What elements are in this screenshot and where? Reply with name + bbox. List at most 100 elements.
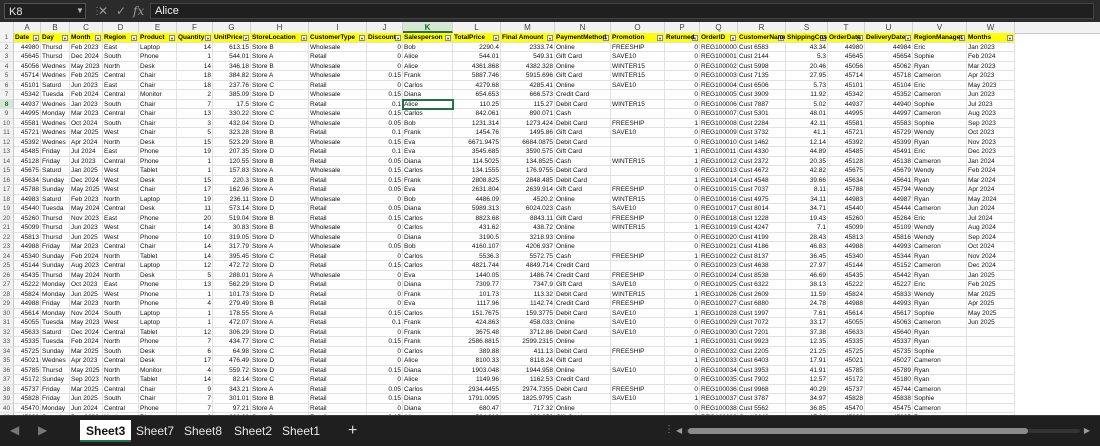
cell[interactable]: South bbox=[103, 308, 139, 318]
cell[interactable]: 0.1 bbox=[367, 318, 403, 328]
cell[interactable]: 45725 bbox=[828, 346, 865, 356]
cell[interactable]: 6024.023 bbox=[501, 204, 555, 214]
cell[interactable]: FREESHIP bbox=[611, 270, 665, 280]
cell[interactable]: Tuesda bbox=[41, 337, 70, 347]
row-header[interactable]: 5 bbox=[0, 71, 14, 81]
cell[interactable]: FREESHIP bbox=[611, 346, 665, 356]
cell[interactable]: REG100031 bbox=[700, 337, 738, 347]
cell[interactable]: 38.13 bbox=[786, 280, 828, 290]
cell[interactable]: Cust 4199 bbox=[738, 232, 786, 242]
row-header[interactable]: 31 bbox=[0, 318, 14, 328]
cell[interactable]: Cash bbox=[555, 394, 611, 404]
cell[interactable]: 13 bbox=[177, 280, 213, 290]
cell[interactable]: REG100006 bbox=[700, 99, 738, 109]
cell[interactable]: Frank bbox=[403, 337, 453, 347]
cell[interactable]: 45828 bbox=[14, 394, 41, 404]
cell[interactable]: 0.15 bbox=[367, 213, 403, 223]
cell[interactable]: Store D bbox=[251, 261, 309, 271]
cell[interactable]: Gift Card bbox=[555, 128, 611, 138]
cell[interactable]: Wholesale bbox=[309, 232, 367, 242]
cell[interactable]: REG100005 bbox=[700, 90, 738, 100]
row-header[interactable]: 17 bbox=[0, 185, 14, 195]
cell[interactable]: 5.3 bbox=[786, 52, 828, 62]
cell[interactable]: Wendy bbox=[913, 166, 967, 176]
column-title[interactable]: ▼ OrderID bbox=[700, 33, 738, 43]
cell[interactable]: Store A bbox=[251, 166, 309, 176]
cell[interactable]: Store D bbox=[251, 232, 309, 242]
cell[interactable]: FREESHIP bbox=[611, 299, 665, 309]
cell[interactable]: Cash bbox=[555, 109, 611, 119]
cell[interactable]: Bob bbox=[403, 194, 453, 204]
cell[interactable]: Cust 7887 bbox=[738, 99, 786, 109]
cell[interactable]: Wednes bbox=[41, 128, 70, 138]
cell[interactable]: Chair bbox=[139, 71, 177, 81]
cell[interactable] bbox=[967, 394, 1015, 404]
cell[interactable]: 44988 bbox=[828, 242, 865, 252]
cell[interactable]: 562.29 bbox=[213, 280, 251, 290]
cell[interactable]: Central bbox=[103, 242, 139, 252]
cell[interactable]: Dec 2024 bbox=[70, 52, 103, 62]
cell[interactable]: Store C bbox=[251, 375, 309, 385]
cell[interactable]: 45128 bbox=[828, 156, 865, 166]
cell[interactable]: Desk bbox=[139, 356, 177, 366]
cell[interactable]: May 2024 bbox=[70, 204, 103, 214]
cell[interactable]: Eric bbox=[913, 147, 967, 157]
cell[interactable]: Carlos bbox=[403, 166, 453, 176]
cell[interactable]: Chair bbox=[139, 118, 177, 128]
cell[interactable]: 34.11 bbox=[786, 194, 828, 204]
filter-dropdown-icon[interactable]: ▼ bbox=[131, 34, 137, 41]
column-title[interactable]: ▼ Salesperson bbox=[403, 33, 453, 43]
cell[interactable]: Online bbox=[555, 337, 611, 347]
cell[interactable]: Cust 7037 bbox=[738, 185, 786, 195]
cell[interactable]: Online bbox=[555, 223, 611, 233]
cell[interactable]: Ryan bbox=[913, 375, 967, 385]
cell[interactable]: Carlos bbox=[403, 109, 453, 119]
cell[interactable]: East bbox=[103, 147, 139, 157]
cell[interactable]: Cust 2144 bbox=[738, 52, 786, 62]
cell[interactable]: Monday bbox=[41, 308, 70, 318]
cell[interactable]: 7309.77 bbox=[453, 280, 501, 290]
column-header-c[interactable]: C bbox=[70, 22, 103, 33]
cell[interactable]: Oct 2023 bbox=[70, 280, 103, 290]
cell[interactable]: Bob bbox=[403, 42, 453, 52]
cell[interactable]: 39.66 bbox=[786, 175, 828, 185]
row-header[interactable]: 14 bbox=[0, 156, 14, 166]
cell[interactable]: 411.13 bbox=[501, 346, 555, 356]
row-header[interactable]: 25 bbox=[0, 261, 14, 271]
spreadsheet-grid[interactable]: ABCDEFGHIJKLMNOPQRSTUVW 1 ▼ Date ▼ Day ▼ Month… bbox=[0, 22, 1100, 415]
cell[interactable]: Monitor bbox=[139, 90, 177, 100]
row-header[interactable]: 35 bbox=[0, 356, 14, 366]
cell[interactable]: FREESHIP bbox=[611, 251, 665, 261]
cell[interactable]: Store C bbox=[251, 80, 309, 90]
cell[interactable]: Carlos bbox=[403, 80, 453, 90]
cell[interactable]: 0.05 bbox=[367, 204, 403, 214]
cell[interactable]: Frank bbox=[403, 289, 453, 299]
column-header-d[interactable]: D bbox=[103, 22, 139, 33]
cell[interactable]: Credit Card bbox=[555, 299, 611, 309]
cell[interactable]: 0.1 bbox=[367, 147, 403, 157]
cell[interactable]: Retail bbox=[309, 99, 367, 109]
cell[interactable]: Cust 4672 bbox=[738, 166, 786, 176]
cell[interactable]: Friday bbox=[41, 384, 70, 394]
cell[interactable]: 2639.914 bbox=[501, 185, 555, 195]
cell[interactable] bbox=[611, 337, 665, 347]
cell[interactable]: South bbox=[103, 118, 139, 128]
row-header[interactable]: 10 bbox=[0, 118, 14, 128]
cell[interactable]: Dec 2023 bbox=[967, 147, 1015, 157]
cell[interactable]: Frank bbox=[403, 175, 453, 185]
cell[interactable]: Ryan bbox=[913, 299, 967, 309]
cell[interactable]: Online bbox=[555, 365, 611, 375]
cell[interactable]: 45794 bbox=[865, 185, 913, 195]
cell[interactable]: 44988 bbox=[14, 242, 41, 252]
cell[interactable]: Wendy bbox=[913, 128, 967, 138]
cell[interactable]: 45714 bbox=[14, 71, 41, 81]
cell[interactable]: REG100027 bbox=[700, 299, 738, 309]
cell[interactable]: Diana bbox=[403, 204, 453, 214]
cell[interactable]: Credit Card bbox=[555, 261, 611, 271]
cell[interactable]: 0.15 bbox=[367, 109, 403, 119]
cell[interactable]: Aug 2023 bbox=[967, 109, 1015, 119]
cell[interactable]: Cash bbox=[555, 251, 611, 261]
cell[interactable] bbox=[611, 242, 665, 252]
cell[interactable]: Store A bbox=[251, 270, 309, 280]
cell[interactable]: 5572.75 bbox=[501, 251, 555, 261]
